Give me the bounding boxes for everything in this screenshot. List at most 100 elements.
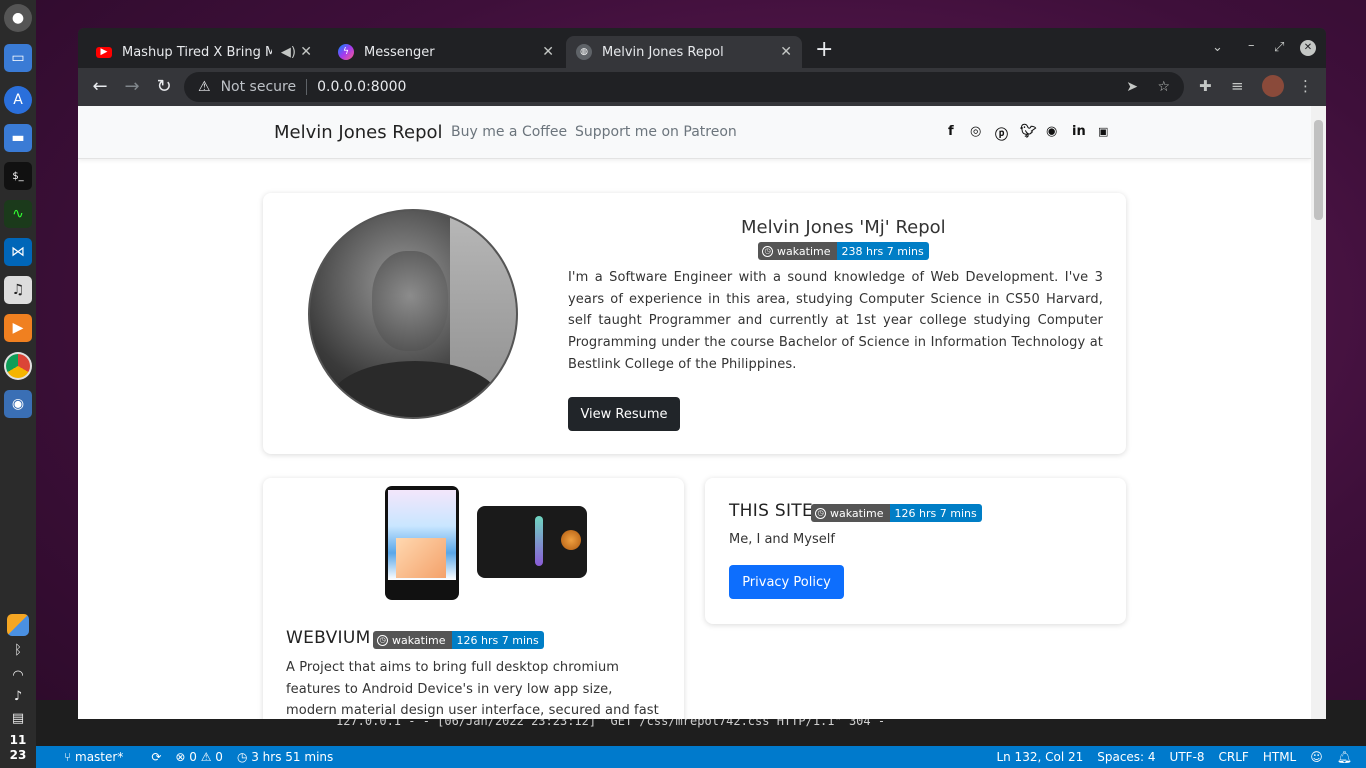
profile-avatar[interactable] (1262, 75, 1284, 97)
screenshot-icon[interactable]: ◉ (4, 390, 32, 418)
wakatime-icon: ◷ (377, 634, 388, 646)
twitter-icon[interactable]: 🐦︎ (1020, 124, 1037, 139)
url-text[interactable]: 0.0.0.0:8000 (317, 79, 406, 95)
git-branch[interactable]: ⑂ master* (64, 750, 137, 764)
extensions-icon[interactable]: ✚ (1199, 77, 1212, 95)
wakatime-status[interactable]: ◷ 3 hrs 51 mins (237, 750, 347, 764)
wakatime-icon: ◷ (815, 507, 826, 519)
wakatime-badge[interactable]: ◷ wakatime 238 hrs 7 mins (758, 242, 929, 260)
notifications-icon[interactable]: 🔔︎ (1337, 750, 1352, 764)
clipboard-icon[interactable]: ▤ (0, 711, 36, 726)
indentation[interactable]: Spaces: 4 (1097, 750, 1155, 764)
clock[interactable]: 11 23 (0, 733, 36, 763)
view-resume-button[interactable]: View Resume (568, 397, 680, 431)
tab-title: Messenger (364, 44, 435, 60)
encoding[interactable]: UTF-8 (1170, 750, 1205, 764)
badge-label: wakatime (777, 244, 831, 258)
editor-status-bar: ⑂ master* ⟳ ⊗ 0 ⚠ 0 ◷ 3 hrs 51 mins Ln 1… (36, 746, 1366, 768)
security-label[interactable]: Not secure (221, 79, 308, 95)
pinterest-icon[interactable]: ⓟ (995, 124, 1008, 143)
site-brand[interactable]: Melvin Jones Repol (274, 122, 443, 143)
badge-value: 238 hrs 7 mins (836, 242, 929, 260)
site-navbar: Melvin Jones Repol Buy me a Coffee Suppo… (78, 106, 1311, 159)
audio-playing-icon[interactable]: ◀︎) (281, 45, 296, 60)
reload-icon[interactable]: ↻ (153, 76, 175, 98)
photo-face (372, 251, 448, 351)
wakatime-badge[interactable]: ◷ wakatime 126 hrs 7 mins (373, 631, 544, 649)
badge-label: wakatime (830, 506, 884, 520)
language-mode[interactable]: HTML (1263, 750, 1296, 764)
globe-icon: ◍ (576, 44, 592, 60)
webvium-title: WEBVIUM (286, 628, 371, 648)
facebook-icon[interactable]: f (948, 124, 954, 139)
wifi-icon[interactable]: ◠ (0, 668, 36, 683)
menu-kebab-icon[interactable]: ⋮ (1298, 77, 1313, 95)
badge-value: 126 hrs 7 mins (889, 504, 982, 522)
close-tab-icon[interactable]: ✕ (780, 44, 792, 60)
linkedin-icon[interactable]: in (1072, 124, 1086, 139)
new-tab-button[interactable]: + (815, 39, 833, 61)
cursor-position[interactable]: Ln 132, Col 21 (996, 750, 1083, 764)
maximize-icon[interactable]: ⤢ (1274, 40, 1284, 55)
tab-title: Mashup Tired X Bring Me B (122, 44, 272, 60)
tab-melvin-jones-repol[interactable]: ◍ Melvin Jones Repol ✕ (566, 36, 802, 68)
youtube-icon[interactable]: ▣ (1098, 125, 1108, 138)
scrollbar-thumb[interactable] (1314, 120, 1323, 220)
minimize-icon[interactable]: – (1248, 38, 1255, 53)
tab-title: Melvin Jones Repol (602, 44, 724, 60)
sync-icon[interactable]: ⟳ (151, 750, 161, 764)
warning-icon[interactable]: ⚠ (198, 79, 211, 95)
page-viewport: Melvin Jones Repol Buy me a Coffee Suppo… (78, 106, 1311, 719)
clock-minute: 23 (9, 748, 27, 762)
bluetooth-icon[interactable]: ᛒ (0, 643, 36, 658)
forward-icon[interactable]: → (121, 76, 143, 98)
send-to-device-icon[interactable]: ➤ (1126, 79, 1138, 95)
tab-strip: ▶ Mashup Tired X Bring Me B ◀︎) ✕ ϟ Mess… (78, 28, 1326, 68)
line-ending[interactable]: CRLF (1219, 750, 1249, 764)
problems-indicator[interactable]: ⊗ 0 ⚠ 0 (175, 750, 223, 764)
chrome-icon[interactable] (4, 352, 32, 380)
music-player-icon[interactable]: ♫ (4, 276, 32, 304)
app-store-icon[interactable]: A (4, 86, 32, 114)
vscode-icon[interactable]: ⋈ (4, 238, 32, 266)
close-tab-icon[interactable]: ✕ (542, 44, 554, 60)
terminal-icon[interactable]: $_ (4, 162, 32, 190)
wakatime-icon: ◷ (762, 245, 773, 257)
close-window-icon[interactable]: ✕ (1300, 40, 1316, 56)
this-site-title: THIS SITE (729, 501, 814, 521)
this-site-text: Me, I and Myself (729, 532, 835, 547)
profile-card: Melvin Jones 'Mj' Repol ◷ wakatime 238 hr… (263, 193, 1126, 454)
tab-youtube[interactable]: ▶ Mashup Tired X Bring Me B ◀︎) ✕ (86, 36, 322, 68)
chrome-window: ▶ Mashup Tired X Bring Me B ◀︎) ✕ ϟ Mess… (78, 28, 1326, 719)
privacy-policy-button[interactable]: Privacy Policy (729, 565, 844, 599)
nav-support-patreon[interactable]: Support me on Patreon (575, 124, 737, 140)
address-bar[interactable]: ⚠ Not secure 0.0.0.0:8000 ➤ ☆ (184, 72, 1184, 102)
audio-icon[interactable]: ♪ (0, 689, 36, 704)
nav-buy-me-a-coffee[interactable]: Buy me a Coffee (451, 124, 567, 140)
media-player-icon[interactable]: ▶ (4, 314, 32, 342)
wakatime-badge[interactable]: ◷ wakatime 126 hrs 7 mins (811, 504, 982, 522)
page-scrollbar[interactable] (1311, 106, 1326, 719)
profile-bio: I'm a Software Engineer with a sound kno… (568, 270, 1103, 372)
webvium-screenshot-landscape (477, 506, 587, 578)
bookmark-star-icon[interactable]: ☆ (1157, 79, 1170, 95)
system-monitor-icon[interactable]: ∿ (4, 200, 32, 228)
webvium-description: A Project that aims to bring full deskto… (286, 660, 659, 719)
show-apps-icon[interactable] (7, 614, 29, 636)
files-icon[interactable]: ▭ (4, 44, 32, 72)
github-icon[interactable]: ◉ (1046, 124, 1057, 139)
instagram-icon[interactable]: ◎ (970, 124, 981, 139)
user-avatar-icon[interactable]: ● (4, 4, 32, 32)
folder-icon[interactable]: ▬ (4, 124, 32, 152)
feedback-icon[interactable]: ☺ (1310, 750, 1323, 764)
this-site-card: THIS SITE ◷ wakatime 126 hrs 7 mins Me, I… (705, 478, 1126, 624)
badge-value: 126 hrs 7 mins (451, 631, 544, 649)
wakatime-time: 3 hrs 51 mins (251, 750, 334, 764)
close-tab-icon[interactable]: ✕ (300, 44, 312, 60)
webvium-screenshot-portrait (385, 486, 459, 600)
tab-messenger[interactable]: ϟ Messenger ✕ (328, 36, 564, 68)
tab-search-icon[interactable]: ⌄ (1212, 40, 1223, 55)
youtube-icon: ▶ (96, 46, 112, 58)
media-control-icon[interactable]: ≡ (1231, 77, 1244, 95)
back-icon[interactable]: ← (89, 76, 111, 98)
